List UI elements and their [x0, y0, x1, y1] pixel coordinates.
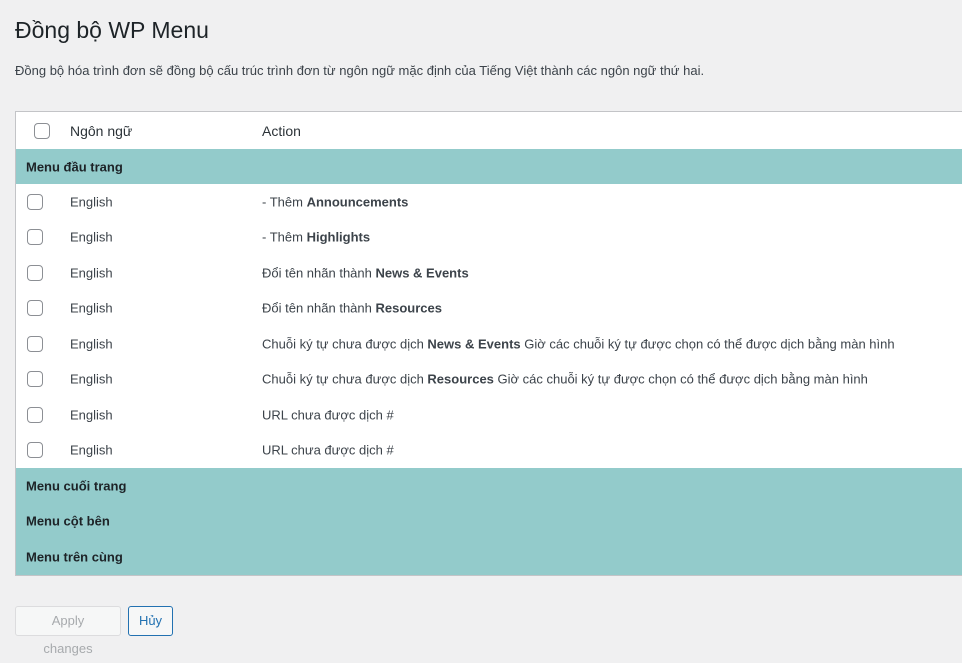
menu-sync-table: Ngôn ngữ Action Menu đầu trang English -…: [15, 111, 962, 576]
page-description: Đồng bộ hóa trình đơn sẽ đồng bộ cấu trú…: [15, 63, 705, 78]
row-language: English: [70, 407, 113, 423]
row-checkbox[interactable]: [27, 264, 43, 281]
row-checkbox[interactable]: [27, 193, 43, 210]
table-row: English Chuỗi ký tự chưa được dịch Resou…: [16, 362, 962, 398]
row-checkbox[interactable]: [27, 406, 43, 423]
page-title: Đồng bộ WP Menu: [15, 17, 209, 43]
group-label: Menu trên cùng: [26, 549, 123, 565]
row-action: URL chưa được dịch #: [262, 442, 394, 458]
table-row: English URL chưa được dịch #: [16, 397, 962, 433]
row-action: Đổi tên nhãn thành News & Events: [262, 265, 469, 281]
table-row: English - Thêm Announcements: [16, 184, 962, 220]
group-row-footer-menu: Menu cuối trang: [16, 468, 962, 504]
row-checkbox[interactable]: [27, 371, 43, 388]
row-action: Đổi tên nhãn thành Resources: [262, 300, 442, 316]
row-language: English: [70, 442, 113, 458]
group-row-sidebar-menu: Menu cột bên: [16, 503, 962, 539]
row-action: - Thêm Announcements: [262, 194, 409, 210]
select-all-checkbox[interactable]: [34, 122, 50, 139]
row-action: Chuỗi ký tự chưa được dịch Resources Giờ…: [262, 371, 868, 387]
table-row: English URL chưa được dịch #: [16, 433, 962, 469]
row-checkbox[interactable]: [27, 442, 43, 459]
row-language: English: [70, 229, 113, 245]
apply-changes-button[interactable]: Apply changes: [15, 606, 121, 656]
row-language: English: [70, 336, 113, 352]
group-row-header-menu: Menu đầu trang: [16, 149, 962, 184]
table-row: English Đổi tên nhãn thành News & Events: [16, 255, 962, 291]
cancel-button[interactable]: Hủy: [128, 606, 173, 636]
row-action: - Thêm Highlights: [262, 229, 371, 245]
group-label: Menu đầu trang: [26, 159, 123, 174]
row-action: URL chưa được dịch #: [262, 407, 394, 423]
table-row: English Chuỗi ký tự chưa được dịch News …: [16, 326, 962, 362]
row-language: English: [70, 371, 113, 387]
group-label: Menu cột bên: [26, 513, 110, 529]
column-header-action: Action: [262, 122, 301, 139]
group-row-top-menu: Menu trên cùng: [16, 539, 962, 575]
row-language: English: [70, 194, 113, 210]
row-checkbox[interactable]: [27, 335, 43, 352]
column-header-language: Ngôn ngữ: [70, 122, 133, 139]
table-row: English - Thêm Highlights: [16, 220, 962, 256]
row-checkbox[interactable]: [27, 300, 43, 317]
group-label: Menu cuối trang: [26, 478, 127, 494]
row-language: English: [70, 265, 113, 281]
table-row: English Đổi tên nhãn thành Resources: [16, 291, 962, 327]
row-action: Chuỗi ký tự chưa được dịch News & Events…: [262, 336, 895, 352]
row-language: English: [70, 300, 113, 316]
table-header-row: Ngôn ngữ Action: [16, 112, 962, 149]
row-checkbox[interactable]: [27, 229, 43, 246]
